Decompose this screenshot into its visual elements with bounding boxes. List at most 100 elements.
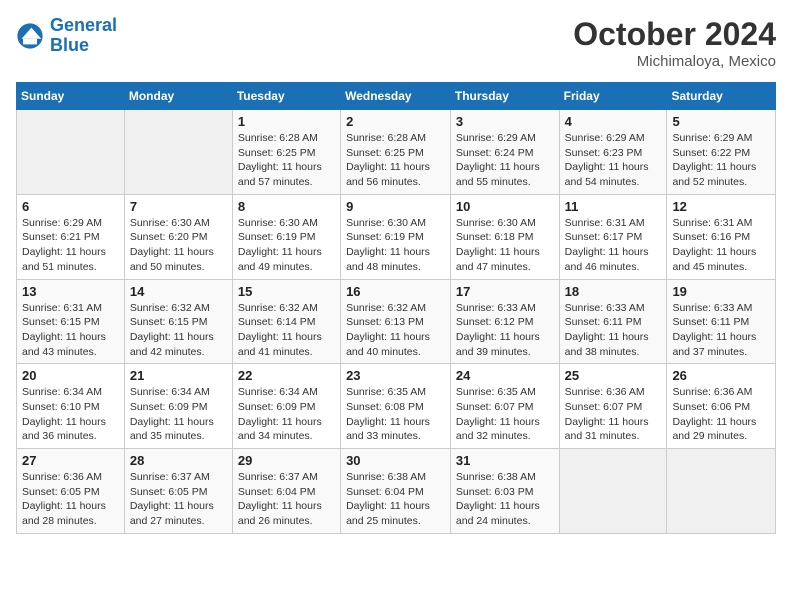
day-number: 8	[238, 199, 335, 214]
day-info: Sunrise: 6:34 AM Sunset: 6:10 PM Dayligh…	[22, 385, 119, 444]
calendar-header-row: SundayMondayTuesdayWednesdayThursdayFrid…	[17, 83, 776, 110]
calendar-cell: 2Sunrise: 6:28 AM Sunset: 6:25 PM Daylig…	[341, 110, 451, 195]
weekday-header-wednesday: Wednesday	[341, 83, 451, 110]
day-info: Sunrise: 6:33 AM Sunset: 6:11 PM Dayligh…	[565, 301, 662, 360]
day-number: 9	[346, 199, 445, 214]
day-info: Sunrise: 6:38 AM Sunset: 6:03 PM Dayligh…	[456, 470, 554, 529]
month-title: October 2024	[573, 16, 776, 53]
day-number: 22	[238, 368, 335, 383]
day-number: 4	[565, 114, 662, 129]
day-info: Sunrise: 6:36 AM Sunset: 6:05 PM Dayligh…	[22, 470, 119, 529]
day-info: Sunrise: 6:30 AM Sunset: 6:20 PM Dayligh…	[130, 216, 227, 275]
day-info: Sunrise: 6:35 AM Sunset: 6:08 PM Dayligh…	[346, 385, 445, 444]
day-number: 1	[238, 114, 335, 129]
day-info: Sunrise: 6:38 AM Sunset: 6:04 PM Dayligh…	[346, 470, 445, 529]
day-number: 15	[238, 284, 335, 299]
weekday-header-tuesday: Tuesday	[232, 83, 340, 110]
calendar-cell: 14Sunrise: 6:32 AM Sunset: 6:15 PM Dayli…	[124, 279, 232, 364]
calendar-cell: 26 Sunrise: 6:36 AM Sunset: 6:06 PM Dayli…	[667, 364, 776, 449]
calendar-cell: 17Sunrise: 6:33 AM Sunset: 6:12 PM Dayli…	[450, 279, 559, 364]
day-info: Sunrise: 6:35 AM Sunset: 6:07 PM Dayligh…	[456, 385, 554, 444]
calendar-cell	[559, 449, 667, 534]
weekday-header-thursday: Thursday	[450, 83, 559, 110]
calendar-cell: 31 Sunrise: 6:38 AM Sunset: 6:03 PM Dayli…	[450, 449, 559, 534]
calendar-cell: 21Sunrise: 6:34 AM Sunset: 6:09 PM Dayli…	[124, 364, 232, 449]
day-number: 20	[22, 368, 119, 383]
weekday-header-friday: Friday	[559, 83, 667, 110]
calendar-cell: 11 Sunrise: 6:31 AM Sunset: 6:17 PM Dayli…	[559, 194, 667, 279]
day-number: 12	[672, 199, 770, 214]
calendar-cell: 15 Sunrise: 6:32 AM Sunset: 6:14 PM Dayli…	[232, 279, 340, 364]
day-info: Sunrise: 6:28 AM Sunset: 6:25 PM Dayligh…	[238, 131, 335, 190]
calendar-cell: 10 Sunrise: 6:30 AM Sunset: 6:18 PM Dayli…	[450, 194, 559, 279]
title-block: October 2024 Michimaloya, Mexico	[573, 16, 776, 70]
calendar-cell: 30 Sunrise: 6:38 AM Sunset: 6:04 PM Dayli…	[341, 449, 451, 534]
calendar-cell: 19Sunrise: 6:33 AM Sunset: 6:11 PM Dayli…	[667, 279, 776, 364]
day-info: Sunrise: 6:31 AM Sunset: 6:15 PM Dayligh…	[22, 301, 119, 360]
weekday-header-saturday: Saturday	[667, 83, 776, 110]
day-number: 5	[672, 114, 770, 129]
day-number: 10	[456, 199, 554, 214]
day-number: 28	[130, 453, 227, 468]
calendar-cell: 23Sunrise: 6:35 AM Sunset: 6:08 PM Dayli…	[341, 364, 451, 449]
day-info: Sunrise: 6:28 AM Sunset: 6:25 PM Dayligh…	[346, 131, 445, 190]
calendar-cell: 24 Sunrise: 6:35 AM Sunset: 6:07 PM Dayli…	[450, 364, 559, 449]
day-number: 30	[346, 453, 445, 468]
calendar-cell	[667, 449, 776, 534]
calendar-week-1: 6 Sunrise: 6:29 AM Sunset: 6:21 PM Daylig…	[17, 194, 776, 279]
day-info: Sunrise: 6:32 AM Sunset: 6:13 PM Dayligh…	[346, 301, 445, 360]
day-info: Sunrise: 6:30 AM Sunset: 6:18 PM Dayligh…	[456, 216, 554, 275]
calendar-cell: 9 Sunrise: 6:30 AM Sunset: 6:19 PM Daylig…	[341, 194, 451, 279]
day-number: 31	[456, 453, 554, 468]
logo-line1: General	[50, 15, 117, 35]
day-number: 29	[238, 453, 335, 468]
calendar-cell: 8 Sunrise: 6:30 AM Sunset: 6:19 PM Daylig…	[232, 194, 340, 279]
day-info: Sunrise: 6:36 AM Sunset: 6:07 PM Dayligh…	[565, 385, 662, 444]
day-number: 27	[22, 453, 119, 468]
day-number: 25	[565, 368, 662, 383]
day-info: Sunrise: 6:32 AM Sunset: 6:14 PM Dayligh…	[238, 301, 335, 360]
day-info: Sunrise: 6:29 AM Sunset: 6:21 PM Dayligh…	[22, 216, 119, 275]
calendar-cell: 25 Sunrise: 6:36 AM Sunset: 6:07 PM Dayli…	[559, 364, 667, 449]
calendar-cell: 12 Sunrise: 6:31 AM Sunset: 6:16 PM Dayli…	[667, 194, 776, 279]
calendar-week-4: 27 Sunrise: 6:36 AM Sunset: 6:05 PM Dayli…	[17, 449, 776, 534]
day-number: 17	[456, 284, 554, 299]
calendar-cell: 20 Sunrise: 6:34 AM Sunset: 6:10 PM Dayli…	[17, 364, 125, 449]
day-info: Sunrise: 6:37 AM Sunset: 6:05 PM Dayligh…	[130, 470, 227, 529]
day-info: Sunrise: 6:29 AM Sunset: 6:23 PM Dayligh…	[565, 131, 662, 190]
calendar-cell: 5Sunrise: 6:29 AM Sunset: 6:22 PM Daylig…	[667, 110, 776, 195]
day-number: 18	[565, 284, 662, 299]
page-header: General Blue October 2024 Michimaloya, M…	[16, 16, 776, 70]
calendar-cell: 7 Sunrise: 6:30 AM Sunset: 6:20 PM Daylig…	[124, 194, 232, 279]
logo-icon	[16, 22, 44, 50]
logo-line2: Blue	[50, 35, 89, 55]
day-info: Sunrise: 6:33 AM Sunset: 6:11 PM Dayligh…	[672, 301, 770, 360]
day-info: Sunrise: 6:34 AM Sunset: 6:09 PM Dayligh…	[238, 385, 335, 444]
calendar-cell: 6 Sunrise: 6:29 AM Sunset: 6:21 PM Daylig…	[17, 194, 125, 279]
day-number: 24	[456, 368, 554, 383]
day-number: 26	[672, 368, 770, 383]
day-number: 13	[22, 284, 119, 299]
day-number: 7	[130, 199, 227, 214]
day-number: 11	[565, 199, 662, 214]
calendar-cell	[17, 110, 125, 195]
calendar-cell: 16Sunrise: 6:32 AM Sunset: 6:13 PM Dayli…	[341, 279, 451, 364]
weekday-header-monday: Monday	[124, 83, 232, 110]
calendar-cell: 13 Sunrise: 6:31 AM Sunset: 6:15 PM Dayli…	[17, 279, 125, 364]
calendar-cell: 3Sunrise: 6:29 AM Sunset: 6:24 PM Daylig…	[450, 110, 559, 195]
calendar-body: 1 Sunrise: 6:28 AM Sunset: 6:25 PM Daylig…	[17, 110, 776, 534]
day-info: Sunrise: 6:31 AM Sunset: 6:16 PM Dayligh…	[672, 216, 770, 275]
logo-text: General Blue	[50, 16, 117, 56]
calendar-cell: 22 Sunrise: 6:34 AM Sunset: 6:09 PM Dayli…	[232, 364, 340, 449]
calendar-week-2: 13 Sunrise: 6:31 AM Sunset: 6:15 PM Dayli…	[17, 279, 776, 364]
day-info: Sunrise: 6:36 AM Sunset: 6:06 PM Dayligh…	[672, 385, 770, 444]
logo: General Blue	[16, 16, 117, 56]
day-info: Sunrise: 6:32 AM Sunset: 6:15 PM Dayligh…	[130, 301, 227, 360]
day-number: 6	[22, 199, 119, 214]
day-info: Sunrise: 6:30 AM Sunset: 6:19 PM Dayligh…	[346, 216, 445, 275]
day-info: Sunrise: 6:30 AM Sunset: 6:19 PM Dayligh…	[238, 216, 335, 275]
day-info: Sunrise: 6:29 AM Sunset: 6:24 PM Dayligh…	[456, 131, 554, 190]
calendar-cell: 18 Sunrise: 6:33 AM Sunset: 6:11 PM Dayli…	[559, 279, 667, 364]
day-info: Sunrise: 6:31 AM Sunset: 6:17 PM Dayligh…	[565, 216, 662, 275]
day-number: 21	[130, 368, 227, 383]
